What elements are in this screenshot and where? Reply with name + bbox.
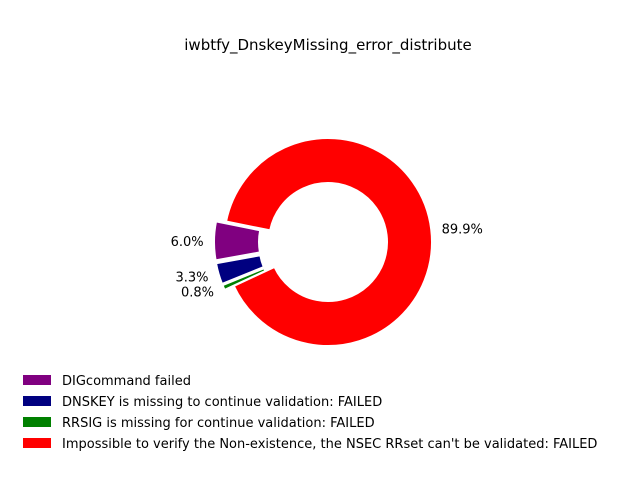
legend-swatch-1 <box>23 396 51 406</box>
legend-swatch-2 <box>23 417 51 427</box>
donut-chart: iwbtfy_DnskeyMissing_error_distribute 89… <box>23 36 597 452</box>
pct-label-1: 6.0% <box>171 235 204 250</box>
legend-swatch-3 <box>23 438 51 448</box>
chart-legend: DIGcommand failed DNSKEY is missing to co… <box>23 374 597 452</box>
legend-label-2: RRSIG is missing for continue validation… <box>62 416 375 431</box>
pct-label-0: 89.9% <box>442 222 483 237</box>
legend-label-3: Impossible to verify the Non-existence, … <box>62 437 597 452</box>
chart-title: iwbtfy_DnskeyMissing_error_distribute <box>184 36 471 55</box>
legend-label-0: DIGcommand failed <box>62 374 191 389</box>
legend-label-1: DNSKEY is missing to continue validation… <box>62 395 382 410</box>
pct-label-3: 0.8% <box>181 286 214 301</box>
legend-swatch-0 <box>23 375 51 385</box>
pct-label-2: 3.3% <box>175 271 208 286</box>
donut-slices <box>213 136 433 347</box>
